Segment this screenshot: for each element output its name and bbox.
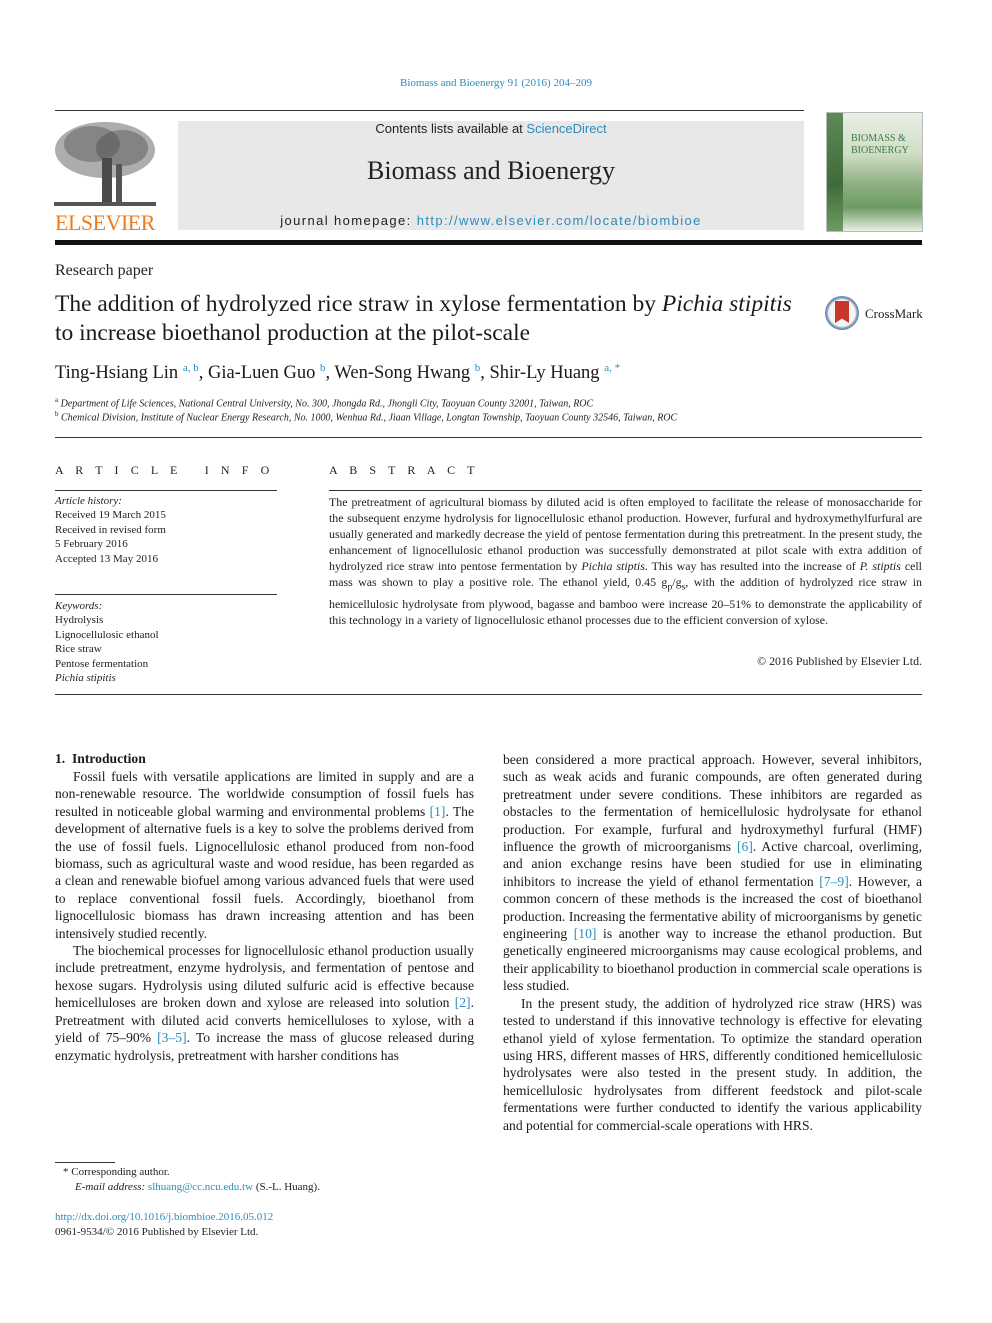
cover-strip: [827, 113, 843, 231]
keyword: Hydrolysis: [55, 614, 104, 627]
author-name[interactable]: Wen-Song Hwang: [334, 363, 470, 383]
paragraph: The biochemical processes for lignocellu…: [55, 942, 474, 1064]
abstract-segment: . This way has resulted into the increas…: [644, 559, 860, 574]
homepage-link[interactable]: http://www.elsevier.com/locate/biombioe: [417, 213, 702, 228]
keyword: Lignocellulosic ethanol: [55, 628, 159, 641]
elsevier-wordmark: ELSEVIER: [55, 210, 155, 235]
text: The biochemical processes for lignocellu…: [55, 943, 474, 1011]
abstract-segment: /g: [672, 575, 682, 590]
sciencedirect-link[interactable]: ScienceDirect: [526, 121, 606, 136]
cover-title-line: BIOENERGY: [851, 145, 909, 156]
article-title: The addition of hydrolyzed rice straw in…: [55, 290, 815, 348]
affiliation: a Department of Life Sciences, National …: [55, 396, 593, 409]
author-name[interactable]: Ting-Hsiang Lin: [55, 363, 178, 383]
title-text: The addition of hydrolyzed rice straw in…: [55, 291, 662, 317]
cover-title: BIOMASS & BIOENERGY: [851, 133, 909, 157]
reference-link[interactable]: [7–9]: [819, 874, 848, 889]
section-heading: 1. Introduction: [55, 751, 146, 766]
contents-line: Contents lists available at ScienceDirec…: [178, 121, 804, 136]
reference-link[interactable]: [3–5]: [157, 1030, 186, 1045]
divider: [329, 490, 922, 491]
affiliation-text: Chemical Division, Institute of Nuclear …: [61, 412, 678, 424]
cover-title-line: BIOMASS &: [851, 133, 906, 144]
reference-link[interactable]: [1]: [430, 804, 446, 819]
author-name[interactable]: Gia-Luen Guo: [208, 363, 315, 383]
abstract-copyright: © 2016 Published by Elsevier Ltd.: [757, 654, 922, 668]
keywords-label: Keywords:: [55, 600, 103, 612]
history-item: 5 February 2016: [55, 538, 128, 551]
article-type: Research paper: [55, 262, 154, 279]
body-column-left: Fossil fuels with versatile applications…: [55, 768, 474, 1064]
article-history: Article history: Received 19 March 2015 …: [55, 494, 166, 566]
homepage-line: journal homepage: http://www.elsevier.co…: [178, 213, 804, 228]
journal-citation[interactable]: Biomass and Bioenergy 91 (2016) 204–209: [0, 77, 992, 89]
email-link[interactable]: slhuang@cc.ncu.edu.tw: [148, 1181, 253, 1193]
divider: [55, 594, 277, 595]
tree-icon: [52, 118, 158, 210]
keyword: Pichia stipitis: [55, 672, 116, 685]
keyword: Pentose fermentation: [55, 657, 149, 670]
affiliation-text: Department of Life Sciences, National Ce…: [60, 398, 594, 410]
divider: [55, 437, 922, 438]
author-name[interactable]: Shir-Ly Huang: [489, 363, 599, 383]
paragraph: been considered a more practical approac…: [503, 751, 922, 995]
corresponding-author-note: * Corresponding author.: [63, 1166, 170, 1178]
keyword: Rice straw: [55, 643, 102, 656]
author-affil-link[interactable]: b: [475, 362, 481, 374]
history-item: Received 19 March 2015: [55, 509, 166, 522]
author-affil-link[interactable]: a, *: [604, 362, 620, 374]
history-item: Received in revised form: [55, 523, 166, 536]
text: Fossil fuels with versatile applications…: [55, 769, 474, 819]
doi-link[interactable]: http://dx.doi.org/10.1016/j.biombioe.201…: [55, 1211, 273, 1223]
abstract-heading: A B S T R A C T: [329, 463, 480, 477]
journal-name: Biomass and Bioenergy: [367, 156, 615, 185]
doi-line: http://dx.doi.org/10.1016/j.biombioe.201…: [55, 1211, 273, 1223]
abstract-text: The pretreatment of agricultural biomass…: [329, 494, 922, 628]
text: . The development of alternative fuels i…: [55, 803, 475, 941]
citation-text[interactable]: Biomass and Bioenergy 91 (2016) 204–209: [400, 77, 592, 89]
reference-link[interactable]: [6]: [737, 839, 753, 854]
issn-line: 0961-9534/© 2016 Published by Elsevier L…: [55, 1226, 259, 1238]
paragraph: Fossil fuels with versatile applications…: [55, 768, 474, 942]
email-label: E-mail address:: [75, 1181, 148, 1193]
title-species: Pichia stipitis: [661, 291, 792, 317]
reference-link[interactable]: [2]: [455, 995, 471, 1010]
author-affil-link[interactable]: a, b: [183, 362, 199, 374]
species-name: P. stiptis: [859, 559, 901, 574]
paragraph: In the present study, the addition of hy…: [503, 995, 922, 1134]
author-affil-link[interactable]: b: [320, 362, 326, 374]
contents-prefix: Contents lists available at: [375, 121, 527, 136]
divider: [55, 490, 277, 491]
header-divider: [55, 240, 922, 245]
journal-cover-image[interactable]: BIOMASS & BIOENERGY: [826, 112, 923, 232]
footnote-divider: [55, 1162, 115, 1163]
species-name: Pichia stiptis: [581, 559, 645, 574]
email-note: E-mail address: slhuang@cc.ncu.edu.tw (S…: [75, 1181, 320, 1193]
body-column-right: been considered a more practical approac…: [503, 751, 922, 1134]
email-suffix: (S.-L. Huang).: [253, 1181, 320, 1193]
author-list: Ting-Hsiang Lin a, b, Gia-Luen Guo b, We…: [55, 362, 621, 384]
crossmark-label: CrossMark: [865, 306, 923, 321]
history-label: Article history:: [55, 495, 122, 507]
homepage-prefix: journal homepage:: [280, 213, 417, 228]
affiliation: b Chemical Division, Institute of Nuclea…: [55, 410, 677, 423]
text: In the present study, the addition of hy…: [503, 995, 922, 1133]
title-text: to increase bioethanol production at the…: [55, 320, 531, 346]
affiliation-mark: a: [55, 396, 59, 404]
reference-link[interactable]: [10]: [574, 926, 597, 941]
divider: [55, 694, 922, 695]
crossmark-button[interactable]: CrossMark: [825, 296, 925, 336]
article-info-heading: A R T I C L E I N F O: [55, 463, 274, 477]
affiliation-mark: b: [55, 410, 59, 418]
history-item: Accepted 13 May 2016: [55, 552, 158, 565]
divider: [55, 110, 804, 111]
keywords: Keywords: Hydrolysis Lignocellulosic eth…: [55, 599, 159, 685]
